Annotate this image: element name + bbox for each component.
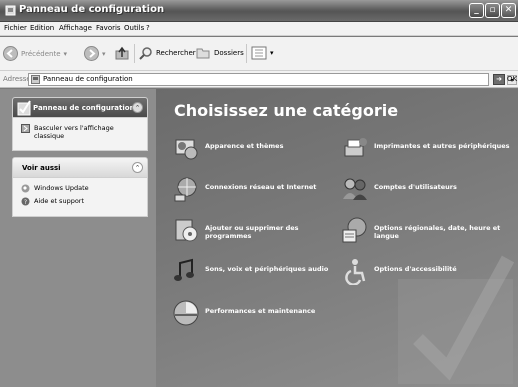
regional-options-icon <box>342 217 367 243</box>
network-internet-label: Connexions réseau et Internet <box>205 183 317 191</box>
control-panel-icon <box>17 100 31 116</box>
sounds-audio-icon <box>174 258 194 281</box>
category-user-accounts[interactable]: Comptes d'utilisateurs <box>341 175 514 203</box>
folder-up-icon <box>115 46 129 60</box>
help-icon: ? <box>21 197 30 206</box>
search-button[interactable]: Rechercher <box>139 46 196 60</box>
category-printers-devices[interactable]: Imprimantes et autres périphériques <box>341 134 514 162</box>
search-icon <box>139 47 152 60</box>
go-button[interactable]: ➜ <box>493 74 505 85</box>
views-button[interactable]: ▾ <box>251 46 274 60</box>
folders-label: Dossiers <box>214 49 244 57</box>
up-folder-button[interactable] <box>115 46 130 61</box>
minimize-button[interactable]: _ <box>469 3 484 18</box>
add-remove-programs-label: Ajouter ou supprimer des programmes <box>205 224 299 240</box>
chevron-down-icon: ▾ <box>270 49 274 57</box>
page-title: Choisissez une catégorie <box>174 101 399 120</box>
category-accessibility[interactable]: Options d'accessibilité <box>341 257 514 285</box>
folders-button[interactable]: Dossiers <box>196 46 244 60</box>
category-sounds-audio[interactable]: Sons, voix et périphériques audio <box>172 257 345 285</box>
category-view: Choisissez une catégorie Apparence et th… <box>156 89 518 387</box>
maximize-button[interactable]: ▫ <box>485 3 500 18</box>
close-button[interactable]: ✕ <box>501 3 516 18</box>
control-panel-section-header[interactable]: Panneau de configuration ⌃ <box>13 98 147 118</box>
chevron-down-icon: ▾ <box>63 49 68 58</box>
help-support-label: Aide et support <box>34 197 85 205</box>
control-panel-icon <box>31 75 40 84</box>
address-value: Panneau de configuration <box>43 75 133 83</box>
menu-help[interactable]: ? <box>146 24 150 32</box>
forward-arrow-icon <box>84 46 99 61</box>
see-also-section: Voir aussi ⌃ Windows Update ? Aide et su… <box>12 157 148 217</box>
back-button[interactable]: Précédente ▾ <box>3 46 67 61</box>
printer-icon <box>344 138 367 157</box>
accessibility-icon <box>345 259 366 285</box>
title-bar[interactable]: Panneau de configuration _ ▫ ✕ <box>0 0 518 22</box>
windows-update-link[interactable]: Windows Update <box>21 184 141 193</box>
control-panel-window: Panneau de configuration _ ▫ ✕ Fichier E… <box>0 0 518 387</box>
menu-outils[interactable]: Outils <box>124 24 144 32</box>
category-network-internet[interactable]: Connexions réseau et Internet <box>172 175 345 203</box>
sounds-audio-label: Sons, voix et périphériques audio <box>205 265 329 273</box>
address-bar: Adresse Panneau de configuration ▾ ➜ OK <box>0 71 518 88</box>
switch-classic-view-link[interactable]: Basculer vers l'affichage classique <box>21 124 141 140</box>
collapse-icon[interactable]: ⌃ <box>132 102 143 113</box>
forward-button[interactable]: ▾ <box>84 46 106 61</box>
user-accounts-icon <box>343 178 367 200</box>
task-pane: Panneau de configuration ⌃ Basculer vers… <box>0 89 156 387</box>
network-globe-icon <box>174 177 197 202</box>
go-label[interactable]: OK <box>507 75 517 83</box>
user-accounts-label: Comptes d'utilisateurs <box>374 183 457 191</box>
control-panel-icon <box>5 5 16 16</box>
performance-maintenance-label: Performances et maintenance <box>205 307 316 315</box>
address-input[interactable]: Panneau de configuration ▾ <box>28 73 517 86</box>
address-label: Adresse <box>3 75 31 83</box>
back-arrow-icon <box>3 46 18 61</box>
menu-bar: Fichier Edition Affichage Favoris Outils… <box>0 22 518 55</box>
category-regional-options[interactable]: Options régionales, date, heure et langu… <box>341 216 514 244</box>
control-panel-section: Panneau de configuration ⌃ Basculer vers… <box>12 97 148 151</box>
appearance-themes-label: Apparence et thèmes <box>205 142 284 150</box>
see-also-section-header[interactable]: Voir aussi ⌃ <box>13 158 147 178</box>
appearance-themes-icon <box>175 139 198 160</box>
control-panel-section-title: Panneau de configuration <box>33 104 135 112</box>
see-also-title: Voir aussi <box>22 164 61 172</box>
menu-edition[interactable]: Edition <box>30 24 54 32</box>
windows-update-icon <box>21 184 30 193</box>
switch-classic-view-label: Basculer vers l'affichage classique <box>34 124 114 140</box>
windows-update-label: Windows Update <box>34 184 89 192</box>
search-label: Rechercher <box>156 49 196 57</box>
svg-text:?: ? <box>24 199 27 206</box>
category-performance-maintenance[interactable]: Performances et maintenance <box>172 299 345 327</box>
regional-options-label: Options régionales, date, heure et langu… <box>374 224 501 240</box>
performance-maintenance-icon <box>173 300 199 326</box>
folders-icon <box>196 48 210 59</box>
toolbar: Précédente ▾ ▾ Rechercher Dossiers ▾ <box>0 37 518 71</box>
add-remove-programs-icon <box>175 219 198 242</box>
menu-affichage[interactable]: Affichage <box>59 24 92 32</box>
category-add-remove-programs[interactable]: Ajouter ou supprimer des programmes <box>172 216 345 244</box>
chevron-down-icon: ▾ <box>102 49 106 58</box>
collapse-icon[interactable]: ⌃ <box>132 162 143 173</box>
classic-view-icon <box>21 124 30 133</box>
views-icon <box>251 46 267 60</box>
back-label: Précédente <box>21 49 61 58</box>
menu-fichier[interactable]: Fichier <box>4 24 27 32</box>
category-appearance-themes[interactable]: Apparence et thèmes <box>172 134 345 162</box>
help-support-link[interactable]: ? Aide et support <box>21 197 141 206</box>
window-title: Panneau de configuration <box>19 4 165 15</box>
printers-devices-label: Imprimantes et autres périphériques <box>374 142 510 150</box>
menu-favoris[interactable]: Favoris <box>96 24 121 32</box>
accessibility-label: Options d'accessibilité <box>374 265 457 273</box>
